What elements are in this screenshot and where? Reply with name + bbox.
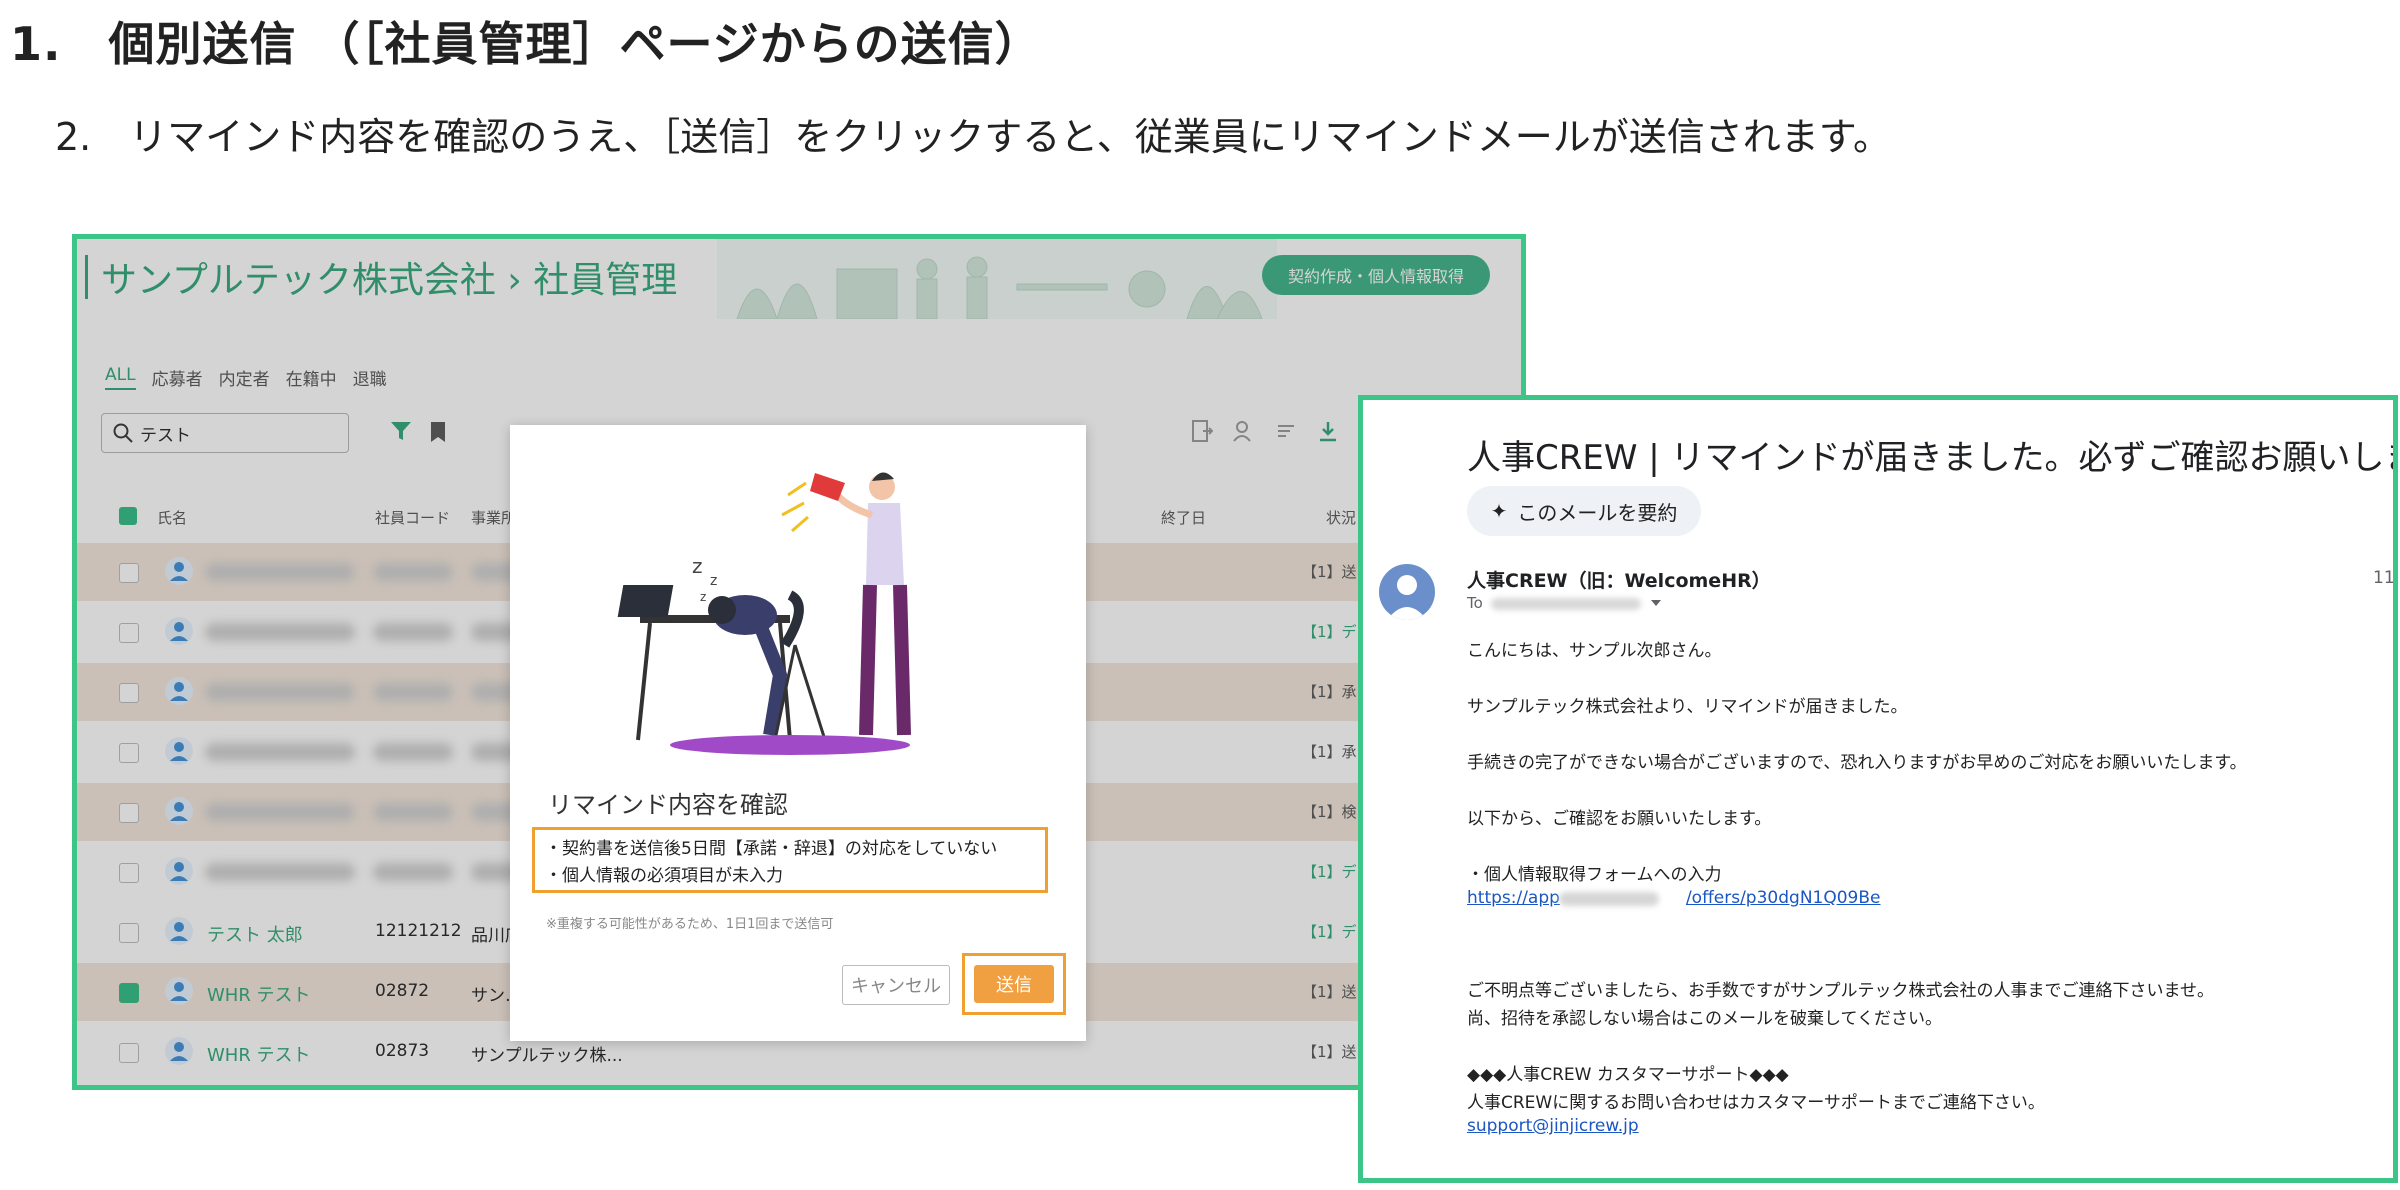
recipient-label: To bbox=[1467, 594, 1483, 612]
email-line: 手続きの完了ができない場合がございますので、恐れ入りますがお早めのご対応をお願い… bbox=[1467, 753, 2247, 773]
support-title: ◆◆◆人事CREW カスタマーサポート◆◆◆ bbox=[1467, 1065, 1789, 1085]
dialog-title: リマインド内容を確認 bbox=[548, 791, 788, 819]
sparkle-icon: ✦ bbox=[1490, 499, 1508, 523]
step-text: 2. リマインド内容を確認のうえ、［送信］をクリックすると、従業員にリマインドメ… bbox=[55, 115, 1891, 159]
support-email-link[interactable]: support@jinjicrew.jp bbox=[1467, 1116, 1639, 1136]
email-line: 尚、招待を承認しない場合はこのメールを破棄してください。 bbox=[1467, 1009, 1942, 1029]
dialog-note: ※重複する可能性があるため、1日1回まで送信可 bbox=[546, 917, 834, 932]
remind-confirm-dialog: z z z リマインド内容を確認 ・契約書を送信後5日間【承諾・辞退】の対応をし… bbox=[510, 425, 1086, 1041]
email-line: ・個人情報取得フォームへの入力 bbox=[1467, 865, 1722, 885]
sleeping-worker-illustration: z z z bbox=[617, 472, 911, 755]
email-line: 以下から、ご確認をお願いいたします。 bbox=[1467, 809, 1772, 829]
remind-items: ・契約書を送信後5日間【承諾・辞退】の対応をしていない ・個人情報の必須項目が未… bbox=[532, 827, 1048, 893]
link-redacted bbox=[1559, 892, 1659, 906]
summarize-label: このメールを要約 bbox=[1517, 500, 1678, 525]
sender-name: 人事CREW（旧：WelcomeHR） bbox=[1467, 570, 1771, 592]
recipient-redacted bbox=[1491, 598, 1641, 610]
email-line: ご不明点等ございましたら、お手数ですがサンプルテック株式会社の人事までご連絡下さ… bbox=[1467, 981, 2214, 1001]
cancel-button[interactable]: キャンセル bbox=[842, 965, 950, 1005]
svg-text:z: z bbox=[710, 573, 717, 589]
email-subject: 人事CREW | リマインドが届きました。必ずご確認お願いします bbox=[1467, 438, 2398, 478]
send-button[interactable]: 送信 bbox=[974, 965, 1054, 1003]
email-time: 11: bbox=[2373, 568, 2398, 588]
email-line: サンプルテック株式会社より、リマインドが届きました。 bbox=[1467, 697, 1908, 717]
page-heading: 1. 個別送信 （［社員管理］ページからの送信） bbox=[10, 17, 1042, 71]
reminder-email-screenshot: 人事CREW | リマインドが届きました。必ずご確認お願いします ✦ このメール… bbox=[1358, 395, 2398, 1183]
chevron-down-icon[interactable] bbox=[1651, 600, 1661, 606]
form-link[interactable]: https://app/offers/p30dgN1Q09Be bbox=[1467, 888, 1880, 908]
svg-text:z: z bbox=[692, 554, 703, 578]
remind-item: ・契約書を送信後5日間【承諾・辞退】の対応をしていない bbox=[545, 839, 998, 859]
sender-avatar bbox=[1379, 564, 1435, 620]
remind-item: ・個人情報の必須項目が未入力 bbox=[545, 866, 783, 886]
summarize-button[interactable]: ✦ このメールを要約 bbox=[1467, 486, 1701, 536]
svg-text:z: z bbox=[700, 590, 706, 604]
support-text: 人事CREWに関するお問い合わせはカスタマーサポートまでご連絡下さい。 bbox=[1467, 1093, 2045, 1113]
email-greeting: こんにちは、サンプル次郎さん。 bbox=[1467, 641, 1722, 661]
